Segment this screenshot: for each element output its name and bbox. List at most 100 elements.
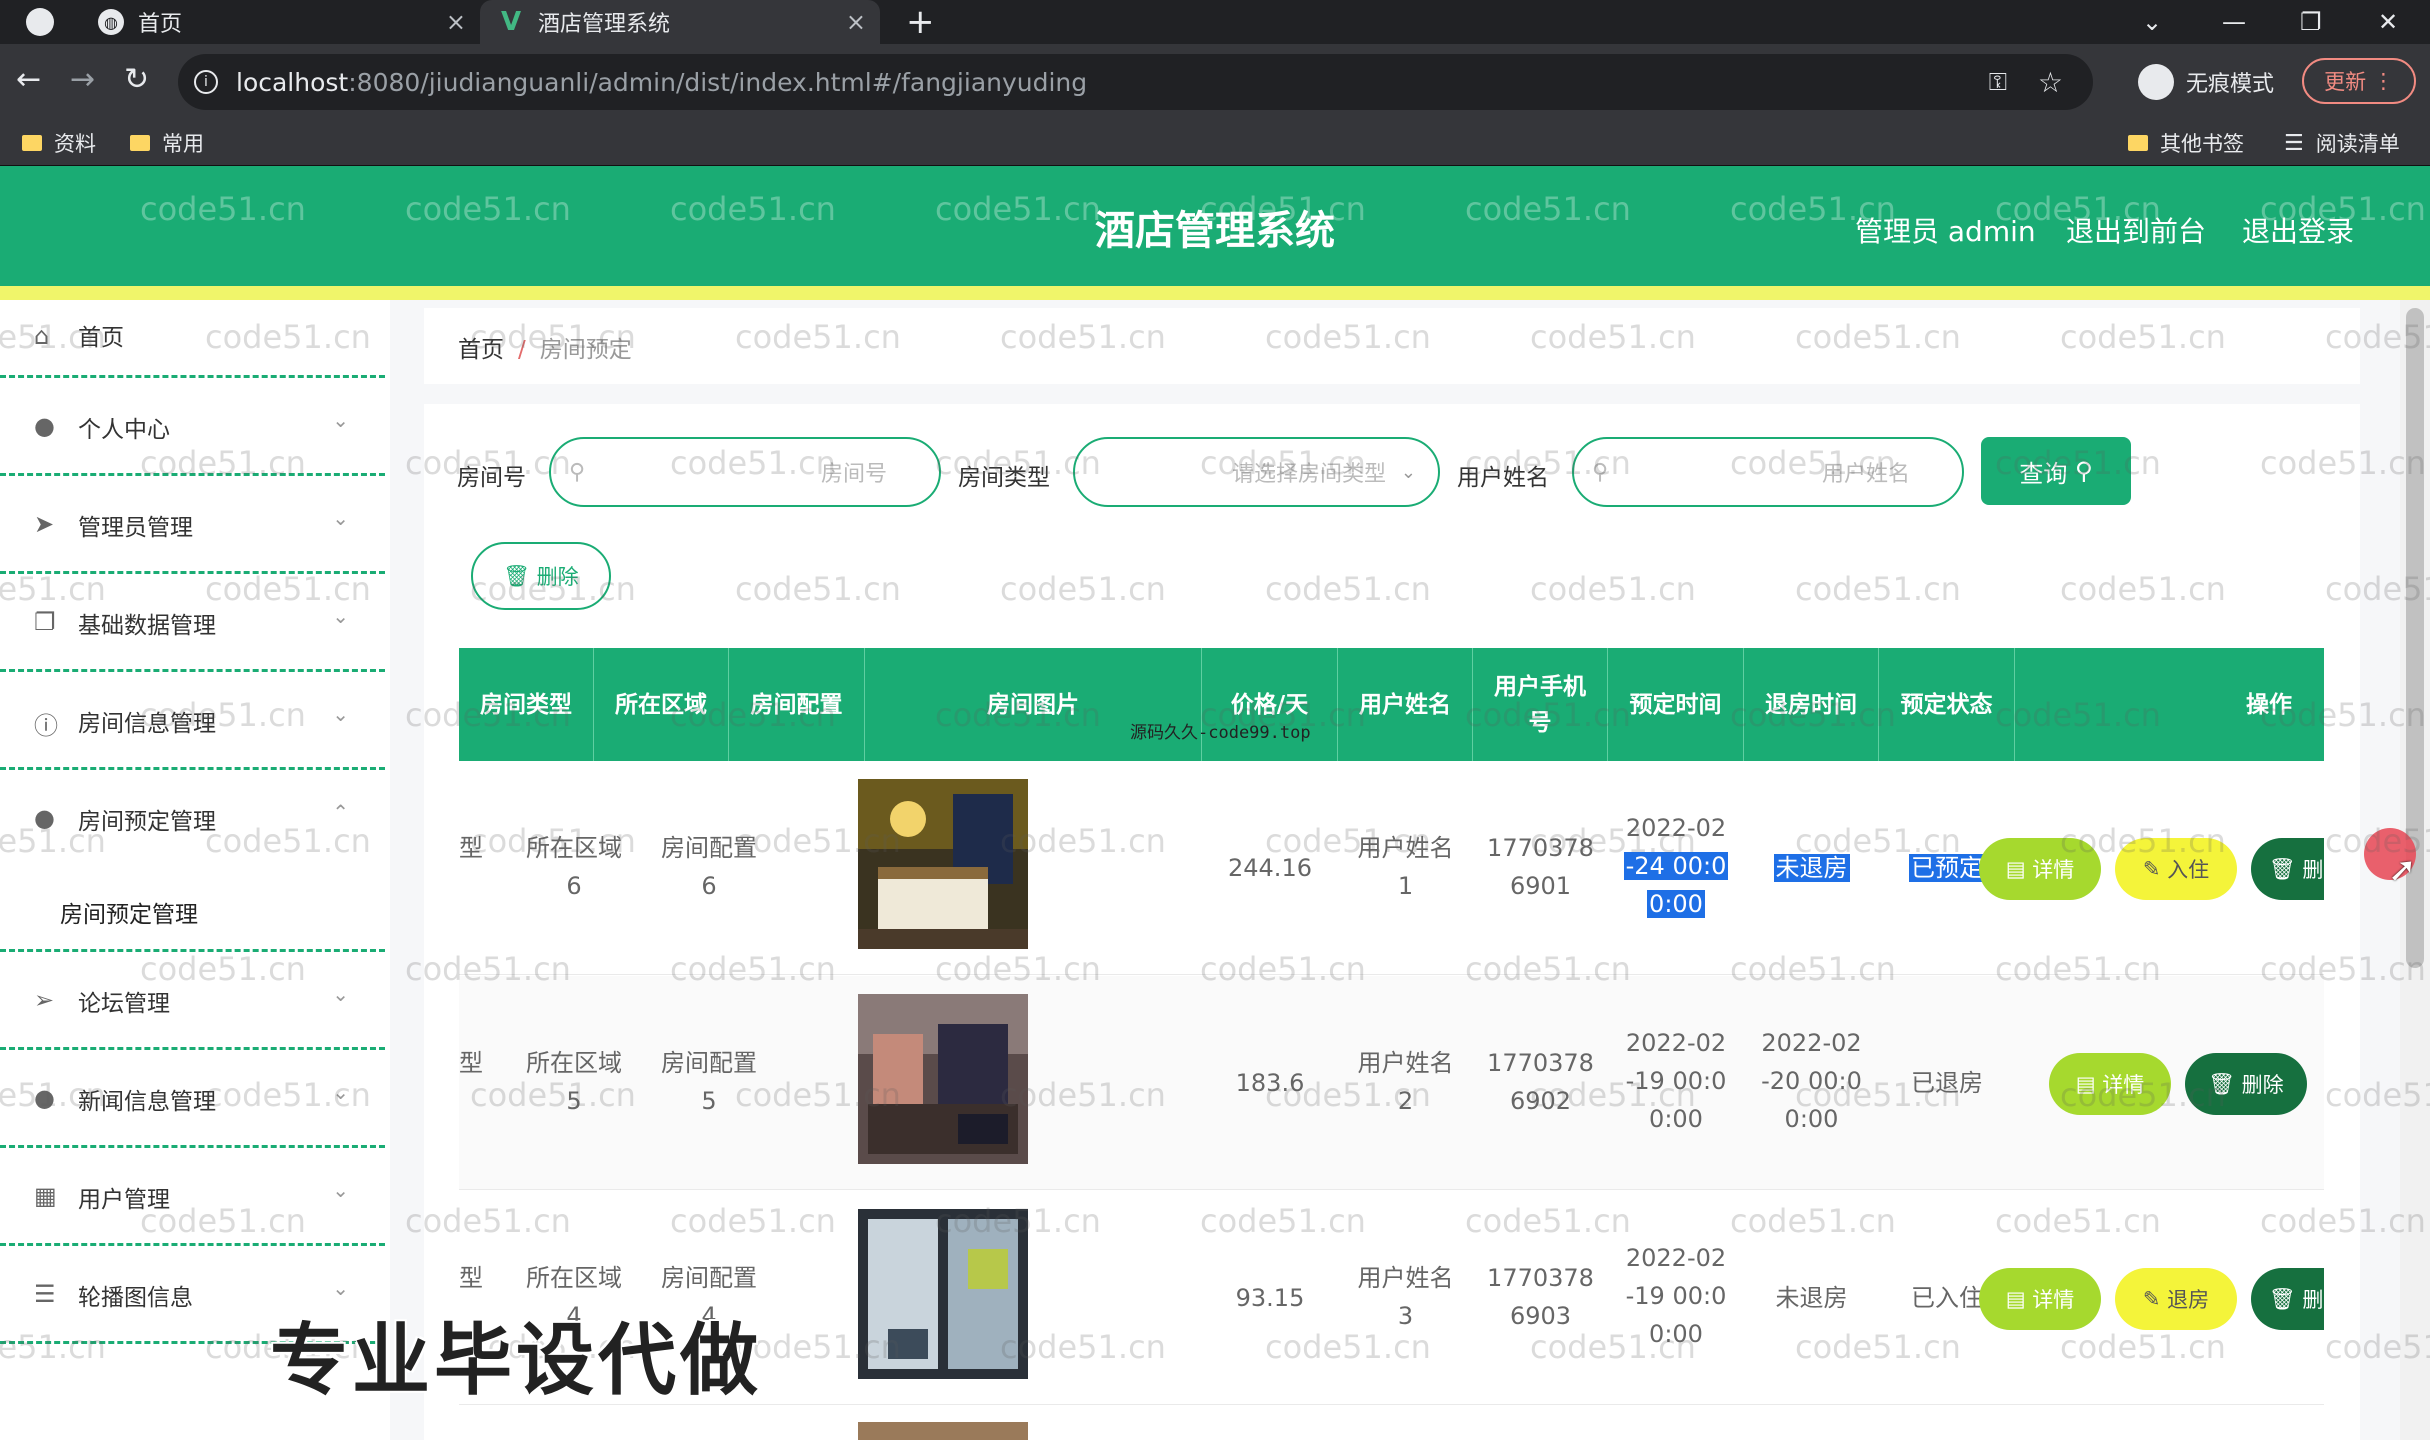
sidebar-item-label: 房间信息管理 <box>78 711 216 737</box>
cell-phone-b: 6902 <box>1509 1087 1572 1115</box>
tab-hotel-system[interactable]: V 酒店管理系统 × <box>480 0 880 44</box>
delete-button[interactable]: 🗑 删 <box>2251 838 2324 900</box>
sidebar-item-users[interactable]: ▦ 用户管理 ⌄ <box>0 1148 385 1246</box>
cell-phone-a: 1770378 <box>1487 1264 1594 1292</box>
cell-book-a: 2022-02 <box>1625 1244 1727 1272</box>
query-button[interactable]: 查询 ⚲ <box>1981 437 2131 505</box>
reading-list[interactable]: ☰ 阅读清单 <box>2284 120 2400 166</box>
incognito-indicator[interactable]: 无痕模式 <box>2138 58 2274 106</box>
user-icon: ● <box>34 412 55 440</box>
home-icon: ⌂ <box>34 322 50 350</box>
cell-checkout-c: 0:00 <box>1784 1105 1839 1133</box>
update-button[interactable]: 更新 ⋮ <box>2302 58 2416 104</box>
folder-icon <box>2128 135 2148 151</box>
cell-book-a: 2022-02 <box>1625 814 1727 842</box>
sidebar-subitem-booking[interactable]: 房间预定管理 <box>60 895 198 929</box>
detail-button[interactable]: ▤ 详情 <box>1979 1268 2101 1330</box>
reload-icon[interactable]: ↻ <box>124 62 149 97</box>
room-image[interactable] <box>858 779 1028 949</box>
bookmark-folder[interactable]: 资料 <box>22 120 96 166</box>
restore-button[interactable]: ❐ <box>2300 0 2322 44</box>
header-band <box>0 286 2430 300</box>
close-window-button[interactable]: ✕ <box>2378 0 2398 44</box>
room-no-input[interactable]: ⚲ 房间号 <box>549 437 941 507</box>
bookmarks-bar: 资料 常用 其他书签 ☰ 阅读清单 <box>0 120 2430 166</box>
site-info-icon[interactable]: i <box>194 70 218 94</box>
delete-button[interactable]: 🗑 删 <box>2251 1268 2324 1330</box>
cell-book-time: 2022-02 -24 00:0 0:00 <box>1608 809 1744 923</box>
info-icon: ⓘ <box>34 712 58 740</box>
cell-config-num: 6 <box>701 872 717 900</box>
menu-icon: ☰ <box>34 1280 56 1308</box>
cell-checkout-text: 未退房 <box>1773 854 1850 882</box>
cell-config-text: 房间配置 <box>661 834 757 862</box>
tab-search-icon[interactable]: ⌄ <box>2142 0 2162 44</box>
sidebar-item-label: 个人中心 <box>78 417 170 443</box>
browser-menu-icon[interactable] <box>26 8 54 36</box>
url-bar[interactable]: i localhost:8080/jiudianguanli/admin/dis… <box>178 54 2093 110</box>
sidebar-item-personal[interactable]: ● 个人中心 ⌄ <box>0 378 385 476</box>
sidebar-item-admins[interactable]: ➤ 管理员管理 ⌄ <box>0 476 385 574</box>
key-icon[interactable]: ⚿ <box>1989 68 2007 96</box>
detail-button[interactable]: ▤ 详情 <box>2049 1053 2171 1115</box>
chevron-down-icon: ⌄ <box>332 1080 349 1104</box>
bookmark-label: 常用 <box>162 132 204 156</box>
forward-icon[interactable]: → <box>70 62 95 97</box>
bookmark-label: 阅读清单 <box>2315 132 2400 156</box>
cell-book-b: -24 00:0 <box>1623 852 1729 880</box>
delete-button[interactable]: 🗑 删除 <box>2185 1053 2307 1115</box>
user-name-placeholder: 用户姓名 <box>1821 462 1910 487</box>
close-icon[interactable]: × <box>846 8 866 36</box>
sidebar-item-room-info[interactable]: ⓘ 房间信息管理 ⌄ <box>0 672 385 770</box>
table-row: 型 所在区域 5 房间配置 5 183.6 用户姓名 2 1770378 6902 20… <box>459 976 2324 1190</box>
star-icon[interactable]: ☆ <box>2038 66 2063 99</box>
cell-type: 型 <box>459 834 483 862</box>
search-icon: ⚲ <box>2075 457 2093 485</box>
cell-book-a: 2022-02 <box>1625 1029 1727 1057</box>
room-image[interactable] <box>858 1422 1028 1440</box>
close-icon[interactable]: × <box>446 8 466 36</box>
breadcrumb-home[interactable]: 首页 <box>458 337 504 363</box>
small-watermark: 源码久久-code99.top <box>1130 723 1311 743</box>
sidebar-item-home[interactable]: ⌂ 首页 <box>0 300 385 378</box>
back-icon[interactable]: ← <box>16 62 41 97</box>
bookmark-folder[interactable]: 其他书签 <box>2128 120 2244 166</box>
room-photo-lounge <box>858 994 1028 1164</box>
chart-icon: ▦ <box>34 1182 57 1210</box>
sidebar-item-forum[interactable]: ➢ 论坛管理 ⌄ <box>0 952 385 1050</box>
sidebar-item-label: 基础数据管理 <box>78 613 216 639</box>
header-book-time: 预定时间 <box>1608 648 1744 761</box>
room-image[interactable] <box>858 994 1028 1164</box>
front-link[interactable]: 退出到前台 <box>2066 210 2206 250</box>
delete-label: 删除 <box>2241 1073 2284 1097</box>
header-config: 房间配置 <box>729 648 865 761</box>
chevron-down-icon: ⌄ <box>332 1276 349 1300</box>
room-type-select[interactable]: 请选择房间类型 ⌄ <box>1073 437 1440 507</box>
sidebar-item-news[interactable]: ● 新闻信息管理 ⌄ <box>0 1050 385 1148</box>
batch-delete-button[interactable]: 🗑 删除 <box>471 542 611 610</box>
delete-label: 删 <box>2302 1288 2324 1312</box>
cell-area-text: 所在区域 <box>526 834 622 862</box>
cell-book-c: 0:00 <box>1649 1105 1703 1133</box>
user-name-input[interactable]: ⚲ 用户姓名 <box>1572 437 1964 507</box>
tab-home[interactable]: ◍ 首页 × <box>80 0 480 44</box>
header-room-type: 房间类型 <box>459 648 594 761</box>
cell-phone: 1770378 6902 <box>1473 1044 1608 1120</box>
detail-button[interactable]: ▤ 详情 <box>1979 838 2101 900</box>
cell-type: 型 <box>459 1264 483 1292</box>
sidebar-item-label: 轮播图信息 <box>78 1285 193 1311</box>
detail-label: 详情 <box>2102 1073 2145 1097</box>
cell-area-num: 6 <box>566 872 582 900</box>
minimize-button[interactable]: — <box>2222 0 2246 44</box>
bookmark-folder[interactable]: 常用 <box>130 120 204 166</box>
logout-link[interactable]: 退出登录 <box>2242 210 2354 250</box>
sidebar-item-basic-data[interactable]: ❐ 基础数据管理 ⌄ <box>0 574 385 672</box>
cell-user-num: 1 <box>1397 872 1414 900</box>
new-tab-button[interactable]: + <box>906 0 935 44</box>
checkout-button[interactable]: ✎ 退房 <box>2115 1268 2237 1330</box>
cell-price-value: 93.15 <box>1235 1284 1305 1312</box>
cell-user-text: 用户姓名 <box>1357 1049 1454 1077</box>
cell-phone-b: 6903 <box>1509 1302 1572 1330</box>
room-image[interactable] <box>858 1209 1028 1379</box>
checkin-button[interactable]: ✎ 入住 <box>2115 838 2237 900</box>
